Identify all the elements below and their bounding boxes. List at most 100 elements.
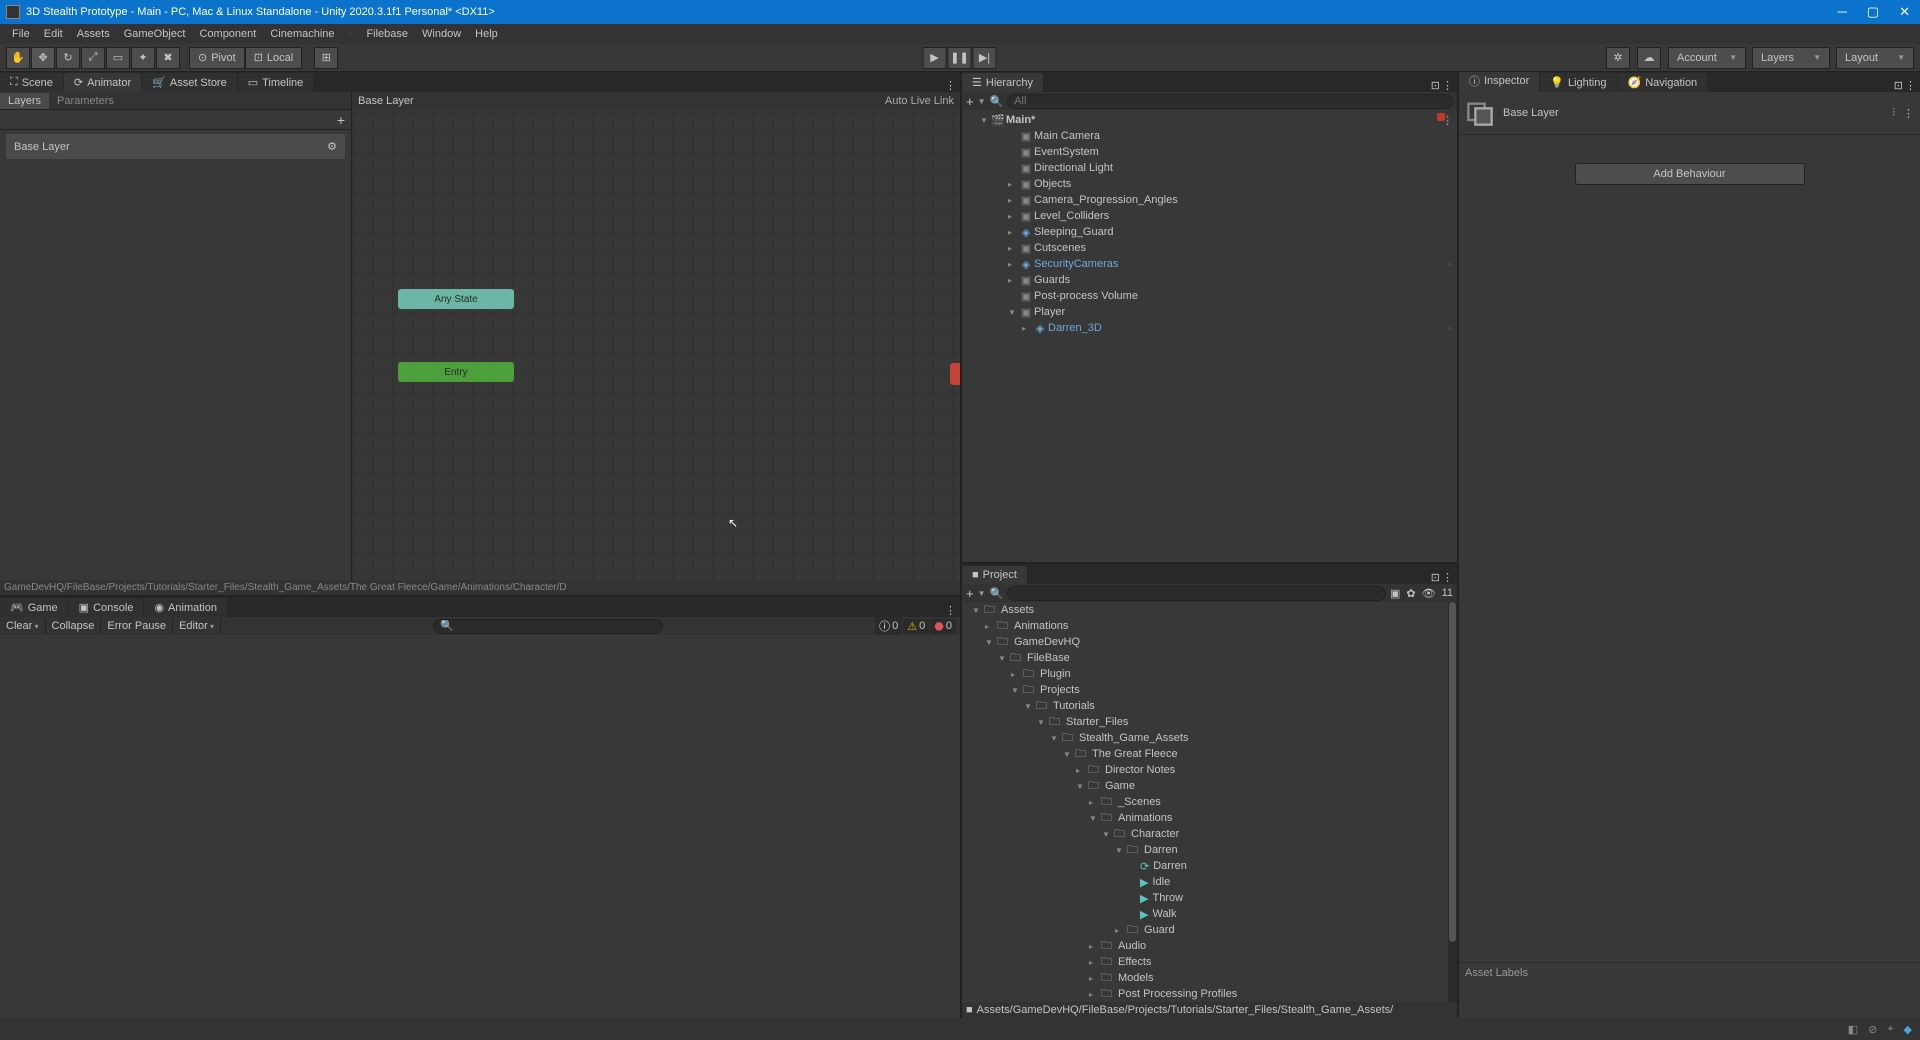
console-info-filter[interactable]: ⓘ0	[875, 617, 902, 635]
console-warn-filter[interactable]: ⚠0	[903, 619, 929, 634]
entry-node[interactable]: Entry	[398, 362, 514, 382]
menu-gameobject[interactable]: GameObject	[118, 26, 192, 42]
inspector-menu-icon[interactable]: ⋮	[1903, 107, 1914, 120]
step-button[interactable]: ▶|	[973, 47, 997, 69]
tab-lighting[interactable]: 💡Lighting	[1540, 73, 1616, 92]
animator-graph[interactable]: Base Layer Auto Live Link Any State Entr…	[352, 92, 960, 580]
project-item[interactable]: ▼🗀Stealth_Game_Assets	[962, 730, 1447, 746]
panel-menu-icon[interactable]: ⋮	[1905, 79, 1916, 92]
project-item[interactable]: ▸🗀Effects	[962, 954, 1447, 970]
menu-edit[interactable]: Edit	[38, 26, 69, 42]
hand-tool-icon[interactable]: ✋	[6, 47, 30, 69]
layers-dropdown[interactable]: Layers▼	[1752, 47, 1830, 69]
tab-hierarchy[interactable]: ☰Hierarchy	[962, 73, 1043, 92]
any-state-node[interactable]: Any State	[398, 289, 514, 309]
hierarchy-item[interactable]: ▣EventSystem	[962, 144, 1457, 160]
chevron-right-icon[interactable]: ›	[1448, 323, 1457, 333]
panel-menu-icon[interactable]: ⋮	[1442, 571, 1453, 584]
hierarchy-item[interactable]: ▸◈Darren_3D›	[962, 320, 1457, 336]
menu-cinemachine[interactable]: Cinemachine	[264, 26, 340, 42]
project-item[interactable]: ▼🗀Darren	[962, 842, 1447, 858]
project-search-input[interactable]	[1007, 586, 1386, 601]
status-icon-4[interactable]: ◆	[1904, 1023, 1912, 1036]
hierarchy-item[interactable]: ▣Directional Light	[962, 160, 1457, 176]
project-favorites-icon[interactable]: ✿	[1406, 587, 1415, 600]
panel-menu-icon[interactable]: ⋮	[945, 604, 956, 617]
project-item[interactable]: ▼🗀The Great Fleece	[962, 746, 1447, 762]
project-item[interactable]: ▸🗀_Scenes	[962, 794, 1447, 810]
project-item[interactable]: ▼🗀GameDevHQ	[962, 634, 1447, 650]
console-error-pause-button[interactable]: Error Pause	[101, 618, 173, 634]
tab-timeline[interactable]: ▭Timeline	[238, 73, 314, 92]
account-dropdown[interactable]: Account▼	[1668, 47, 1746, 69]
play-button[interactable]: ▶	[923, 47, 947, 69]
tab-animator[interactable]: ⟳Animator	[64, 73, 141, 92]
status-icon-2[interactable]: ⊘	[1868, 1023, 1877, 1036]
exit-node[interactable]	[950, 363, 960, 385]
project-item[interactable]: ▼🗀Assets	[962, 602, 1447, 618]
project-item[interactable]: ▼🗀Tutorials	[962, 698, 1447, 714]
tab-navigation[interactable]: 🧭Navigation	[1618, 73, 1708, 92]
tab-asset-store[interactable]: 🛒Asset Store	[142, 73, 237, 92]
project-item[interactable]: ▶Throw	[962, 890, 1447, 906]
inspector-plus-icon[interactable]: ⫶	[1892, 107, 1895, 120]
scene-name[interactable]: Main*	[1006, 114, 1035, 126]
pause-button[interactable]: ❚❚	[948, 47, 972, 69]
tab-project[interactable]: ■Project	[962, 566, 1027, 584]
panel-menu-icon[interactable]: ⋮	[945, 79, 956, 92]
gear-icon[interactable]: ⚙	[327, 140, 337, 153]
console-collapse-button[interactable]: Collapse	[46, 618, 102, 634]
console-clear-button[interactable]: Clear	[0, 618, 46, 634]
cloud-icon[interactable]: ☁	[1637, 47, 1661, 69]
scale-tool-icon[interactable]: ⤢	[81, 47, 105, 69]
hierarchy-item[interactable]: ▸▣Level_Colliders	[962, 208, 1457, 224]
panel-maximize-icon[interactable]: ⊡	[1431, 571, 1440, 584]
animator-layers-tab[interactable]: Layers	[0, 93, 49, 109]
maximize-button[interactable]: ▢	[1867, 4, 1879, 20]
hierarchy-item[interactable]: ▸◈Sleeping_Guard	[962, 224, 1457, 240]
project-item[interactable]: ▸🗀Post Processing Profiles	[962, 986, 1447, 1002]
layout-dropdown[interactable]: Layout▼	[1836, 47, 1914, 69]
hierarchy-item[interactable]: ▸◈SecurityCameras›	[962, 256, 1457, 272]
graph-breadcrumb[interactable]: Base Layer	[358, 95, 414, 107]
snap-tool-icon[interactable]: ⊞	[314, 47, 338, 69]
collab-icon[interactable]: ✲	[1606, 47, 1630, 69]
add-behaviour-button[interactable]: Add Behaviour	[1575, 163, 1805, 185]
create-menu-icon[interactable]: +	[966, 586, 974, 601]
project-item[interactable]: ⟳Darren	[962, 858, 1447, 874]
move-tool-icon[interactable]: ✥	[31, 47, 55, 69]
hierarchy-item[interactable]: ▼▣Player	[962, 304, 1457, 320]
project-item[interactable]: ▶Idle	[962, 874, 1447, 890]
project-item[interactable]: ▼🗀Character	[962, 826, 1447, 842]
chevron-right-icon[interactable]: ›	[1448, 259, 1457, 269]
layer-item-base[interactable]: Base Layer ⚙	[6, 134, 345, 159]
tab-inspector[interactable]: ⓘInspector	[1459, 72, 1539, 92]
close-button[interactable]: ✕	[1899, 4, 1910, 20]
pivot-toggle[interactable]: ⊙Pivot	[189, 47, 245, 69]
menu-filebase[interactable]: Filebase	[360, 26, 414, 42]
hierarchy-item[interactable]: ▸▣Cutscenes	[962, 240, 1457, 256]
panel-lock-icon[interactable]: ⊡	[1894, 79, 1903, 92]
project-hidden-icon[interactable]: 👁	[1422, 587, 1436, 600]
panel-menu-icon[interactable]: ⋮	[1442, 79, 1453, 92]
menu-component[interactable]: Component	[193, 26, 262, 42]
hierarchy-item[interactable]: ▸▣Guards	[962, 272, 1457, 288]
project-item[interactable]: ▸🗀Director Notes	[962, 762, 1447, 778]
panel-maximize-icon[interactable]: ⊡	[1431, 79, 1440, 92]
scrollbar[interactable]	[1448, 602, 1457, 1002]
hierarchy-item[interactable]: ▸▣Camera_Progression_Angles	[962, 192, 1457, 208]
project-item[interactable]: ▼🗀Projects	[962, 682, 1447, 698]
menu-file[interactable]: File	[6, 26, 36, 42]
project-item[interactable]: ▸🗀Guard	[962, 922, 1447, 938]
project-item[interactable]: ▸🗀Plugin	[962, 666, 1447, 682]
project-item[interactable]: ▸🗀Models	[962, 970, 1447, 986]
create-menu-icon[interactable]: +	[966, 94, 974, 109]
hierarchy-search-input[interactable]	[1007, 94, 1453, 109]
project-item[interactable]: ▼🗀Animations	[962, 810, 1447, 826]
project-tree[interactable]: ▼🗀Assets▸🗀Animations▼🗀GameDevHQ▼🗀FileBas…	[962, 602, 1457, 1002]
project-item[interactable]: ▸🗀Audio	[962, 938, 1447, 954]
rotate-tool-icon[interactable]: ↻	[56, 47, 80, 69]
tab-game[interactable]: 🎮Game	[0, 598, 68, 617]
menu-window[interactable]: Window	[416, 26, 467, 42]
menu-assets[interactable]: Assets	[71, 26, 116, 42]
